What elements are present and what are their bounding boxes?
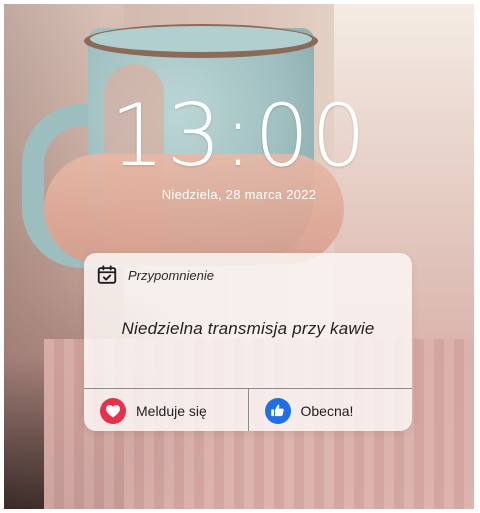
heart-icon: [100, 397, 126, 424]
notification-message: Niedzielna transmisja przy kawie: [121, 319, 375, 338]
wallpaper-mug-rim-inner: [90, 26, 312, 52]
present-button[interactable]: Obecna!: [247, 389, 413, 431]
lockscreen-date: Niedziela, 28 marca 2022: [161, 187, 317, 202]
checkin-button-label: Melduje się: [136, 402, 207, 419]
notification-card[interactable]: Przypomnienie Niedzielna transmisja przy…: [84, 253, 412, 431]
wallpaper: 13:00 Niedziela, 28 marca 2022 Przypomni…: [4, 4, 474, 509]
present-button-label: Obecna!: [300, 402, 354, 419]
calendar-check-icon: [97, 265, 117, 284]
checkin-button[interactable]: Melduje się: [84, 389, 248, 431]
lockscreen-clock: 13:00: [110, 86, 368, 186]
notification-actions: Melduje się Obecna!: [84, 388, 412, 431]
thumbs-up-icon: [264, 397, 291, 424]
notification-app-name: Przypomnienie: [128, 267, 214, 283]
notification-header: Przypomnienie: [96, 264, 214, 286]
